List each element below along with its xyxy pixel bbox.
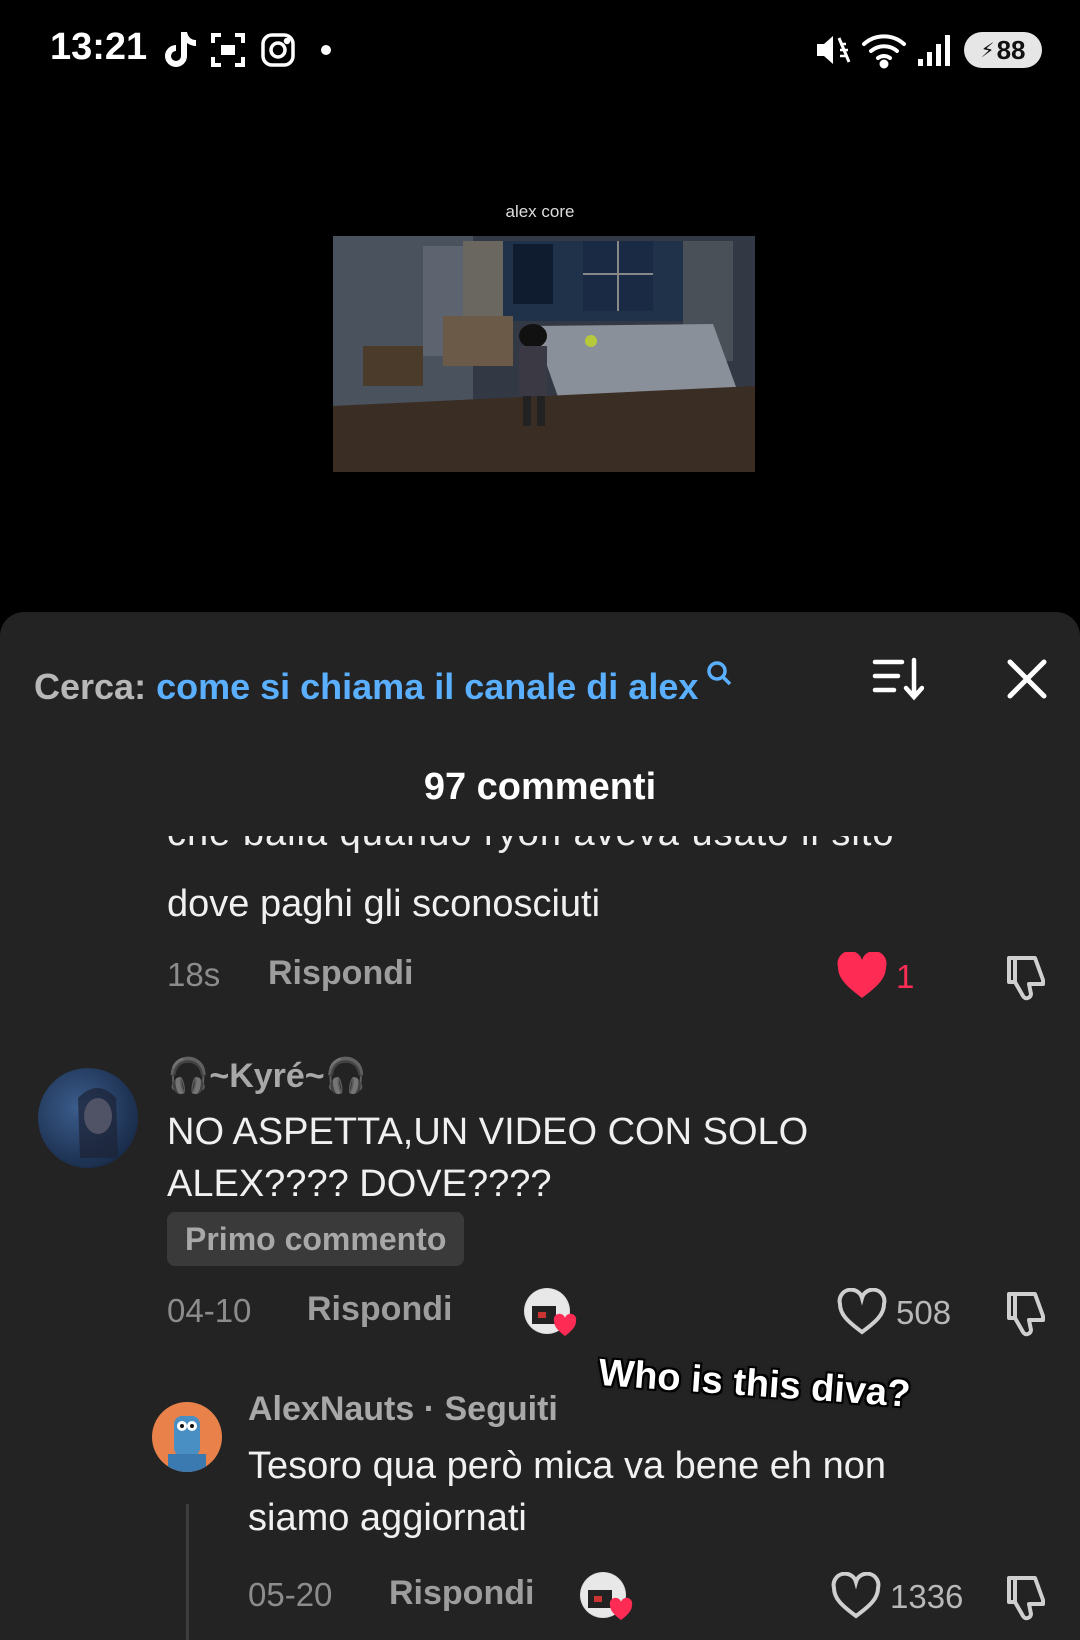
video-player[interactable] [333,236,755,472]
reply-thread-line [186,1504,189,1640]
battery-level: 88 [996,34,1026,65]
search-suggestion[interactable]: Cerca: come si chiama il canale di alex [34,660,732,708]
status-bar: 13:21 ⚡ 88 [0,0,1080,100]
like-count: 508 [896,1294,952,1331]
tiktok-icon [160,30,200,70]
comment-date: 04-10 [167,1292,252,1329]
search-query-link[interactable]: come si chiama il canale di alex [156,666,698,707]
avatar[interactable] [38,1068,138,1168]
close-icon[interactable] [1004,656,1050,702]
battery-icon: ⚡ 88 [964,32,1042,68]
signal-icon [914,30,956,70]
sort-comments-button[interactable] [872,656,925,702]
mute-vibrate-icon [812,30,852,70]
reply-button[interactable]: Rispondi [389,1574,534,1613]
comment-username[interactable]: AlexNauts · Seguiti [248,1390,558,1429]
creator-liked-avatar [524,1288,577,1336]
comment-text-line-1: Tesoro qua però mica va bene eh non [248,1445,886,1487]
comment-username[interactable]: 🎧~Kyré~🎧 [167,1056,367,1096]
heart-filled-icon[interactable] [836,951,888,1000]
avatar[interactable] [152,1402,222,1472]
creator-liked-avatar [580,1572,633,1620]
comment-date: 18s [167,956,221,993]
dislike-icon[interactable] [1001,1288,1051,1338]
comment-text-line-2: siamo aggiornati [248,1497,527,1539]
comment-text-line-2: ALEX???? DOVE???? [167,1163,552,1205]
dislike-icon[interactable] [1001,1572,1051,1622]
notification-dot-icon [316,30,336,70]
search-icon[interactable] [698,661,731,692]
video-scene-image [333,236,755,472]
like-count: 1336 [890,1578,964,1615]
reply-button[interactable]: Rispondi [268,954,413,993]
heart-outline-icon[interactable] [830,1571,882,1620]
comment-text-line-1: NO ASPETTA,UN VIDEO CON SOLO [167,1111,809,1153]
heart-outline-icon[interactable] [836,1287,888,1336]
instagram-icon [258,30,298,70]
search-prefix: Cerca: [34,666,147,707]
first-comment-badge: Primo commento [167,1212,465,1266]
wifi-icon [858,30,910,70]
comment-text: dove paghi gli sconosciuti [167,883,601,925]
comment-partial-line: che balla quando ryon aveva usato il sit… [167,836,967,864]
like-count: 1 [896,958,915,995]
reply-button[interactable]: Rispondi [307,1290,452,1329]
comment-date: 05-20 [248,1576,333,1613]
dislike-icon[interactable] [1001,952,1051,1002]
video-caption: alex core [505,202,575,221]
comments-count-title: 97 commenti [423,766,657,808]
comments-sheet: Cerca: come si chiama il canale di alex … [0,612,1080,1640]
status-time: 13:21 [50,26,148,68]
screen-capture-icon [208,30,248,70]
